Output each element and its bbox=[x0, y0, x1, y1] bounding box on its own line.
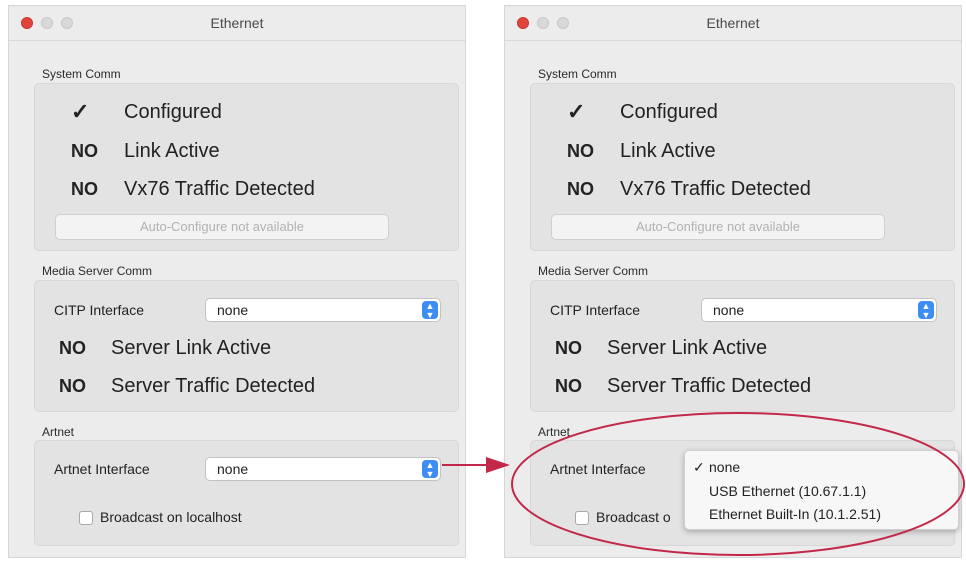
checkmark-icon: ✓ bbox=[693, 459, 705, 475]
citp-interface-label: CITP Interface bbox=[550, 302, 641, 318]
traffic-detected-row: NO Vx76 Traffic Detected bbox=[35, 177, 458, 201]
checkmark-icon: ✓ bbox=[567, 99, 586, 124]
menu-item-ethernet-built-in[interactable]: Ethernet Built-In (10.1.2.51) bbox=[709, 506, 881, 522]
zoom-button[interactable] bbox=[557, 17, 569, 29]
configured-label: Configured bbox=[124, 101, 222, 123]
ethernet-window-left: Ethernet System Comm ✓ Configured NO Lin… bbox=[8, 5, 466, 558]
close-button[interactable] bbox=[21, 17, 33, 29]
artnet-label: Artnet bbox=[538, 425, 571, 439]
media-server-comm-group: CITP Interface none ▲ ▼ NO Server Link Ac… bbox=[530, 280, 955, 412]
server-link-label: Server Link Active bbox=[607, 337, 768, 359]
server-traffic-row: NO Server Traffic Detected bbox=[531, 374, 954, 398]
configured-row: ✓ Configured bbox=[35, 100, 458, 124]
title-bar: Ethernet bbox=[9, 6, 465, 41]
system-comm-group: ✓ Configured NO Link Active NO Vx76 Traf… bbox=[34, 83, 459, 251]
media-server-comm-group: CITP Interface none ▲ ▼ NO Server Link Ac… bbox=[34, 280, 459, 412]
popup-arrows-icon: ▲ ▼ bbox=[422, 301, 438, 320]
server-traffic-flag: NO bbox=[59, 376, 86, 396]
window-title: Ethernet bbox=[706, 15, 760, 31]
broadcast-label: Broadcast on localhost bbox=[100, 509, 242, 525]
traffic-detected-label: Vx76 Traffic Detected bbox=[124, 178, 315, 200]
artnet-group: Artnet Interface none ▲ ▼ Broadcast on lo… bbox=[34, 440, 459, 546]
broadcast-checkbox[interactable] bbox=[575, 511, 589, 525]
minimize-button[interactable] bbox=[537, 17, 549, 29]
server-link-flag: NO bbox=[555, 338, 582, 358]
checkmark-icon: ✓ bbox=[71, 99, 90, 124]
link-active-flag: NO bbox=[567, 141, 594, 161]
broadcast-label-truncated: Broadcast o bbox=[596, 509, 671, 525]
link-active-row: NO Link Active bbox=[35, 139, 458, 163]
minimize-button[interactable] bbox=[41, 17, 53, 29]
artnet-interface-label: Artnet Interface bbox=[54, 461, 150, 477]
traffic-detected-row: NO Vx76 Traffic Detected bbox=[531, 177, 954, 201]
server-link-label: Server Link Active bbox=[111, 337, 272, 359]
artnet-interface-popup[interactable]: none ▲ ▼ bbox=[205, 457, 441, 481]
media-server-comm-label: Media Server Comm bbox=[538, 264, 649, 278]
popup-arrows-icon: ▲ ▼ bbox=[422, 460, 438, 479]
close-button[interactable] bbox=[517, 17, 529, 29]
window-title: Ethernet bbox=[210, 15, 264, 31]
artnet-interface-menu: ✓ none USB Ethernet (10.67.1.1) Ethernet … bbox=[684, 450, 959, 530]
broadcast-checkbox[interactable] bbox=[79, 511, 93, 525]
zoom-button[interactable] bbox=[61, 17, 73, 29]
link-active-row: NO Link Active bbox=[531, 139, 954, 163]
citp-interface-label: CITP Interface bbox=[54, 302, 145, 318]
citp-interface-popup[interactable]: none ▲ ▼ bbox=[701, 298, 937, 322]
artnet-interface-value: none bbox=[217, 461, 249, 477]
server-traffic-row: NO Server Traffic Detected bbox=[35, 374, 458, 398]
server-link-row: NO Server Link Active bbox=[35, 336, 458, 360]
link-active-flag: NO bbox=[71, 141, 98, 161]
menu-item-usb-ethernet[interactable]: USB Ethernet (10.67.1.1) bbox=[709, 483, 866, 499]
server-link-row: NO Server Link Active bbox=[531, 336, 954, 360]
artnet-interface-label: Artnet Interface bbox=[550, 461, 646, 477]
citp-interface-value: none bbox=[713, 302, 745, 318]
auto-configure-button[interactable]: Auto-Configure not available bbox=[551, 214, 885, 240]
popup-arrows-icon: ▲ ▼ bbox=[918, 301, 934, 320]
auto-configure-button[interactable]: Auto-Configure not available bbox=[55, 214, 389, 240]
link-active-label: Link Active bbox=[620, 140, 716, 162]
citp-interface-value: none bbox=[217, 302, 249, 318]
traffic-detected-flag: NO bbox=[567, 179, 594, 199]
menu-item-none[interactable]: ✓ none bbox=[693, 459, 740, 476]
media-server-comm-label: Media Server Comm bbox=[42, 264, 153, 278]
system-comm-group: ✓ Configured NO Link Active NO Vx76 Traf… bbox=[530, 83, 955, 251]
configured-row: ✓ Configured bbox=[531, 100, 954, 124]
traffic-detected-flag: NO bbox=[71, 179, 98, 199]
title-bar: Ethernet bbox=[505, 6, 961, 41]
artnet-label: Artnet bbox=[42, 425, 75, 439]
system-comm-label: System Comm bbox=[42, 67, 121, 81]
server-traffic-label: Server Traffic Detected bbox=[111, 375, 316, 397]
configured-label: Configured bbox=[620, 101, 718, 123]
link-active-label: Link Active bbox=[124, 140, 220, 162]
server-link-flag: NO bbox=[59, 338, 86, 358]
system-comm-label: System Comm bbox=[538, 67, 617, 81]
traffic-detected-label: Vx76 Traffic Detected bbox=[620, 178, 811, 200]
citp-interface-popup[interactable]: none ▲ ▼ bbox=[205, 298, 441, 322]
server-traffic-flag: NO bbox=[555, 376, 582, 396]
server-traffic-label: Server Traffic Detected bbox=[607, 375, 812, 397]
